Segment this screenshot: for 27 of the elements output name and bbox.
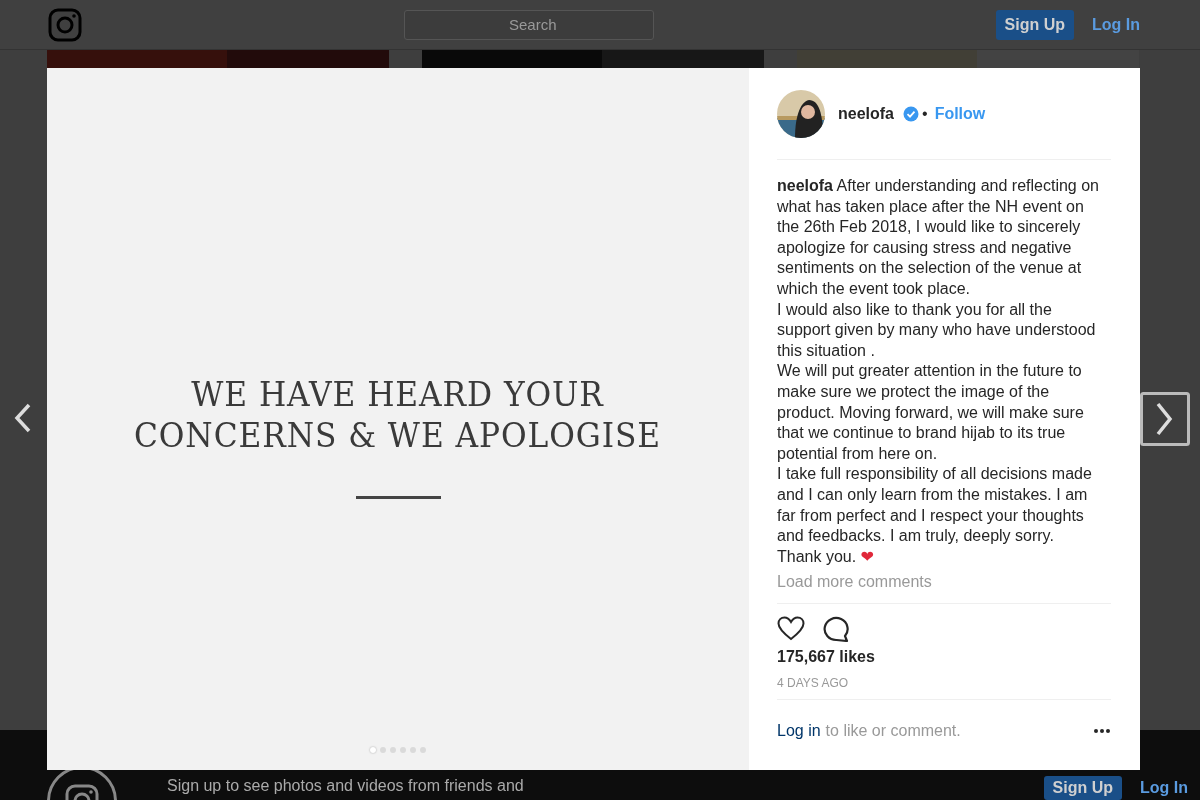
signup-prompt: Sign up to see photos and videos from friends and [167, 777, 524, 795]
slide-indicator-dot[interactable] [370, 747, 376, 753]
slide-headline: WE HAVE HEARD YOUR CONCERNS & WE APOLOGISE [134, 374, 662, 456]
search-field[interactable]: Search [403, 9, 654, 40]
post-caption: neelofa After understanding and reflecting on what has taken place after the NH event on the 26th Feb 2018, I would like to sincerely apologize for causing stress and negative sentiments on the selection of the venue at which the event took place. I would also like to thank you for all the support given by many who have understood this situation . We will put greater attention in the future to make sure we protect the image of the product. Moving forward, we will make sure that we continue to brand hijab to its true potential from here on. I take full responsibility of all decisions made and I can only learn from the mistakes. I am far from perfect and I respect your thoughts and feedbacks. I am truly, deeply sorry. Thank you. ❤ [777, 177, 1099, 565]
follow-link[interactable]: Follow [934, 104, 986, 123]
sign-up-button[interactable]: Sign Up [1043, 776, 1122, 800]
slide-indicator-dot[interactable] [420, 747, 426, 753]
comment-icon[interactable] [823, 616, 850, 643]
post-time: 4 DAYS AGO [777, 676, 1111, 701]
log-in-link[interactable]: Log in [777, 722, 821, 741]
heart-outline-icon[interactable] [777, 616, 805, 642]
sign-up-button[interactable]: Sign Up [995, 9, 1074, 40]
load-more-comments-link[interactable]: Load more comments [777, 573, 932, 591]
chevron-right-icon[interactable] [1140, 392, 1190, 446]
slide-indicator-dot[interactable] [390, 747, 396, 753]
likes-count: 175,667 likes [777, 648, 876, 667]
log-in-link[interactable]: Log In [1092, 15, 1140, 34]
slide-indicator-dot[interactable] [400, 747, 406, 753]
log-in-link[interactable]: Log In [1140, 779, 1188, 797]
login-prompt: to like or comment. [825, 722, 961, 741]
more-options-icon[interactable] [1094, 729, 1110, 734]
slide-indicator-dot[interactable] [410, 747, 416, 753]
chevron-left-icon[interactable] [14, 403, 32, 433]
username[interactable]: neelofa [838, 104, 894, 123]
slide-indicator-dot[interactable] [380, 747, 386, 753]
separator-dot: • [922, 104, 928, 123]
